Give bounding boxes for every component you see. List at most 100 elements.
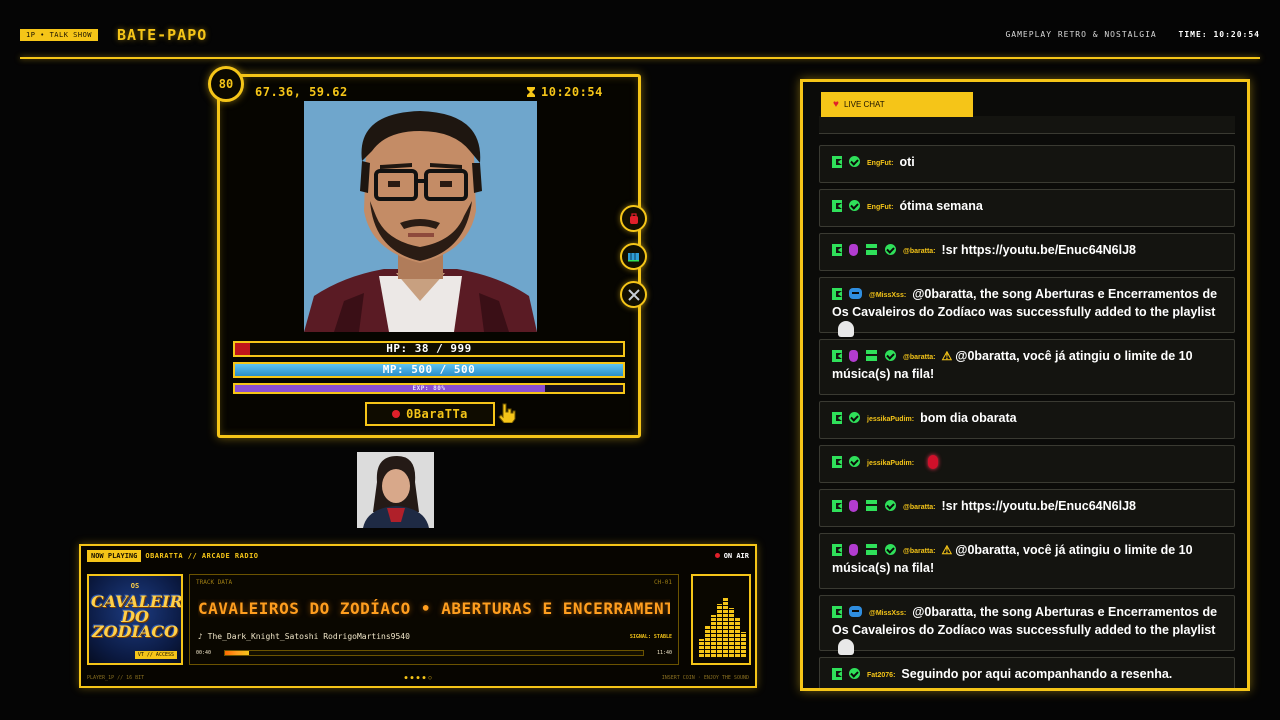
exp-bar: EXP: 80% <box>233 383 625 394</box>
swords-icon <box>627 288 640 301</box>
chat-username[interactable]: @baratta: <box>903 548 936 555</box>
chat-message-body: EngFut: ótima semana <box>832 198 1224 216</box>
chat-message[interactable]: @baratta: !sr https://youtu.be/Enuc64N6lJ… <box>819 233 1235 271</box>
ghost-emote-icon <box>838 321 854 337</box>
chat-username[interactable]: EngFut: <box>867 204 893 211</box>
record-dot-icon <box>392 410 401 418</box>
elapsed-time: 00:40 <box>196 650 212 656</box>
verified-icon <box>849 412 860 423</box>
chat-text: bom dia obarata <box>920 411 1017 425</box>
mic-icon <box>849 244 858 256</box>
visualizer-bar <box>723 597 728 657</box>
kick-badge-icon <box>832 500 842 512</box>
backpack-button[interactable] <box>620 205 647 232</box>
chat-message-body: EngFut: oti <box>832 154 1224 172</box>
chat-message[interactable]: @MissXss: @0baratta, the song Aberturas e… <box>819 277 1235 337</box>
verified-icon <box>849 456 860 467</box>
chat-header: ♥ LIVE CHAT <box>821 92 973 117</box>
chat-username[interactable]: EngFut: <box>867 160 893 167</box>
mp-bar: MP: 500 / 500 <box>233 362 625 378</box>
backpack-icon <box>629 212 638 224</box>
mp-label: MP: 500 / 500 <box>382 363 476 376</box>
radio-header: NOW PLAYING OBARATTA // ARCADE RADIO <box>87 550 259 562</box>
verified-icon <box>885 350 896 361</box>
warning-icon: ⚠ <box>941 349 953 363</box>
chat-username[interactable]: jessikaPudim: <box>867 460 914 467</box>
chat-message[interactable]: @baratta: !sr https://youtu.be/Enuc64N6lJ… <box>819 489 1235 527</box>
gift-icon <box>866 500 877 511</box>
progress-fill <box>225 651 249 655</box>
chat-username[interactable]: @MissXss: <box>869 292 906 299</box>
chat-message[interactable]: @baratta: ⚠ @0baratta, você já atingiu o l… <box>819 533 1235 589</box>
chat-username[interactable]: @baratta: <box>903 504 936 511</box>
footer-left: PLAYER_1P // 16 BIT <box>87 675 145 681</box>
chat-text: Seguindo por aqui acompanhando a resenha… <box>901 667 1173 681</box>
footer-right: INSERT COIN · ENJOY THE SOUND <box>661 675 749 681</box>
show-tag: 1P • TALK SHOW <box>20 29 99 41</box>
kick-badge-icon <box>832 244 842 256</box>
map-icon <box>628 252 639 261</box>
chat-message-body: @MissXss: @0baratta, the song Aberturas e… <box>832 604 1224 657</box>
kick-badge-icon <box>832 288 842 300</box>
chat-message[interactable]: EngFut: oti <box>819 145 1235 183</box>
hp-bar: HP: 38 / 999 <box>233 341 625 357</box>
subtitle: GAMEPLAY RETRO & NOSTALGIA <box>1005 30 1157 39</box>
verified-icon <box>849 156 860 167</box>
chat-message[interactable]: jessikaPudim: bom dia obarata <box>819 401 1235 439</box>
chat-header-label: LIVE CHAT <box>843 100 885 109</box>
kick-badge-icon <box>832 606 842 618</box>
chat-message-body: @baratta: ⚠ @0baratta, você já atingiu o l… <box>832 348 1224 383</box>
chat-message[interactable]: Fat2076: Seguindo por aqui acompanhando a… <box>819 657 1235 688</box>
map-button[interactable] <box>620 243 647 270</box>
artist-name: The_Dark_Knight_Satoshi RodrigoMartins95… <box>207 632 410 641</box>
hourglass-icon <box>527 87 535 97</box>
kick-badge-icon <box>832 200 842 212</box>
pagination-dots: ● ● ● ● ○ <box>404 675 432 681</box>
top-right-info: GAMEPLAY RETRO & NOSTALGIA TIME: 10:20:5… <box>1005 30 1260 39</box>
verified-icon <box>849 200 860 211</box>
chat-message-body: @baratta: ⚠ @0baratta, você já atingiu o l… <box>832 542 1224 577</box>
red-emote-icon <box>928 455 939 469</box>
chat-scrolled-message <box>819 116 1235 134</box>
swords-button[interactable] <box>620 281 647 308</box>
level-badge: 80 <box>208 66 244 102</box>
card-time-value: 10:20:54 <box>541 85 603 99</box>
track-data-label: TRACK DATA <box>196 579 233 586</box>
chat-username[interactable]: @baratta: <box>903 248 936 255</box>
chat-message-body: @baratta: !sr https://youtu.be/Enuc64N6lJ… <box>832 498 1224 516</box>
visualizer-bar <box>705 625 710 657</box>
chat-username[interactable]: jessikaPudim: <box>867 416 914 423</box>
chat-username[interactable]: Fat2076: <box>867 672 895 679</box>
guest-photo <box>357 452 434 528</box>
card-clock: 10:20:54 <box>527 85 603 99</box>
heart-icon: ♥ <box>833 99 839 110</box>
player-name-plate[interactable]: 0BaraTTa <box>365 402 495 426</box>
visualizer-bar <box>741 632 746 657</box>
kick-badge-icon <box>832 350 842 362</box>
chat-message[interactable]: jessikaPudim: <box>819 445 1235 483</box>
chat-username[interactable]: @MissXss: <box>869 610 906 617</box>
chat-message[interactable]: EngFut: ótima semana <box>819 189 1235 227</box>
gift-icon <box>866 544 877 555</box>
chat-text: !sr https://youtu.be/Enuc64N6lJ8 <box>941 243 1136 257</box>
track-artist: ♪ The_Dark_Knight_Satoshi RodrigoMartins… <box>198 632 410 641</box>
chat-text: !sr https://youtu.be/Enuc64N6lJ8 <box>941 499 1136 513</box>
chat-message[interactable]: @MissXss: @0baratta, the song Aberturas e… <box>819 595 1235 655</box>
chat-username[interactable]: @baratta: <box>903 354 936 361</box>
chat-message[interactable]: @baratta: ⚠ @0baratta, você já atingiu o l… <box>819 339 1235 395</box>
visualizer-bar <box>711 615 716 657</box>
chat-message-body: @MissXss: @0baratta, the song Aberturas e… <box>832 286 1224 339</box>
visualizer-bar <box>699 639 704 657</box>
audio-visualizer <box>691 574 751 665</box>
visualizer-bar <box>735 618 740 657</box>
now-playing-tag: NOW PLAYING <box>87 550 142 562</box>
chat-message-body: jessikaPudim: bom dia obarata <box>832 410 1224 428</box>
gift-icon <box>866 350 877 361</box>
chat-message-body: @baratta: !sr https://youtu.be/Enuc64N6lJ… <box>832 242 1224 260</box>
clock: 10:20:54 <box>1213 30 1260 39</box>
coordinates: 67.36, 59.62 <box>255 85 348 99</box>
track-head: TRACK DATA CH-01 <box>196 579 672 586</box>
ghost-emote-icon <box>838 639 854 655</box>
album-cover: OS CAVALEIROS DO ZODIACO VT // ACCESS <box>87 574 183 665</box>
progress-bar[interactable] <box>224 650 644 656</box>
